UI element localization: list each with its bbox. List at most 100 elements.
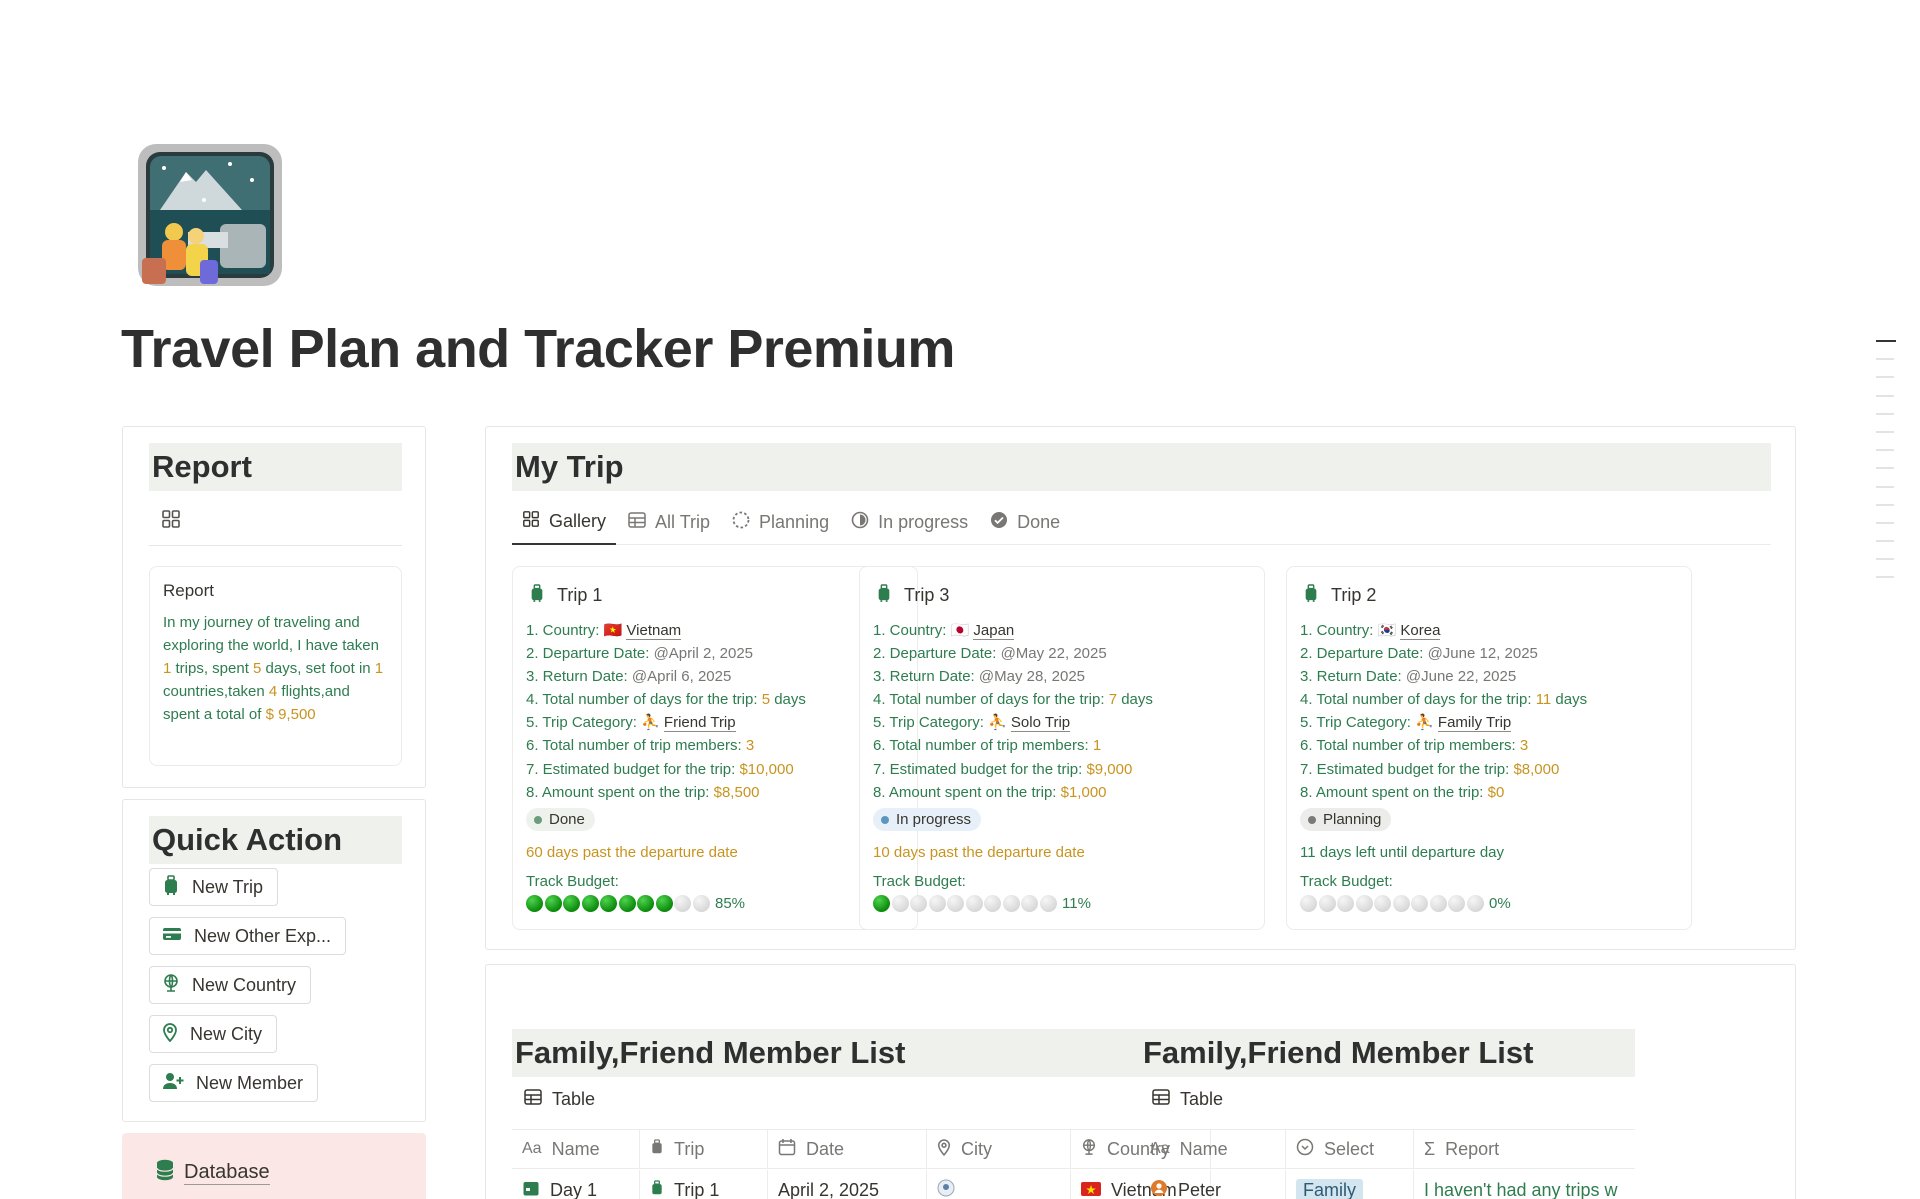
- departure-note: 11 days left until departure day: [1300, 844, 1505, 861]
- table-row[interactable]: Day 1 Trip 1 April 2, 2025 Vietnam: [512, 1170, 1222, 1199]
- page-outline[interactable]: [1876, 340, 1896, 595]
- trip-spent-value: $8,500: [713, 783, 760, 801]
- days-unit: days: [770, 691, 806, 709]
- table-row[interactable]: Peter Family I haven't had any trips w: [1140, 1170, 1635, 1199]
- outline-marker[interactable]: [1876, 412, 1894, 415]
- trip-card[interactable]: Trip 3 1. Country: 🇯🇵 Japan 2. Departure…: [859, 566, 1265, 930]
- trip-category-link[interactable]: Family Trip: [1437, 714, 1512, 733]
- outline-marker[interactable]: [1876, 467, 1894, 470]
- cell-date[interactable]: April 2, 2025: [768, 1170, 927, 1199]
- trip-card[interactable]: Trip 2 1. Country: 🇰🇷 Korea 2. Departure…: [1286, 566, 1692, 930]
- trip-members-value: 3: [745, 737, 755, 755]
- new-country-button[interactable]: New Country: [149, 966, 312, 1004]
- column-label: Select: [1324, 1138, 1375, 1159]
- column-header-trip[interactable]: Trip: [640, 1130, 768, 1168]
- new-city-button[interactable]: New City: [149, 1015, 278, 1053]
- budget-dot-empty: [1337, 895, 1354, 912]
- column-header-city[interactable]: City: [927, 1130, 1071, 1168]
- database-link[interactable]: Database: [156, 1159, 270, 1187]
- new-member-button[interactable]: New Member: [149, 1064, 319, 1102]
- field-label: 3. Return Date:: [873, 668, 979, 686]
- field-label: 7. Estimated budget for the trip:: [526, 760, 740, 778]
- field-label: 2. Departure Date:: [1300, 645, 1428, 663]
- trip-days-value: 11: [1535, 691, 1552, 709]
- trip-country-link[interactable]: Japan: [973, 622, 1015, 640]
- tab-planning[interactable]: Planning: [722, 499, 839, 545]
- new-country-label: New Country: [192, 974, 297, 995]
- summary-countries-count: 1: [374, 660, 384, 677]
- cell-select[interactable]: Family: [1286, 1170, 1414, 1199]
- budget-dot-empty: [891, 895, 909, 912]
- trip-category-link[interactable]: Friend Trip: [663, 714, 736, 733]
- trip-return-date: @April 6, 2025: [631, 668, 732, 686]
- outline-marker[interactable]: [1876, 503, 1894, 506]
- budget-dot-filled: [581, 895, 599, 912]
- gallery-view-icon[interactable]: [161, 509, 181, 534]
- trip-country-link[interactable]: Korea: [1400, 622, 1441, 640]
- credit-card-icon: [162, 926, 194, 947]
- trip-members-line: 6. Total number of trip members: 3: [526, 734, 806, 757]
- outline-marker[interactable]: [1876, 430, 1894, 433]
- check-circle-icon: [990, 511, 1017, 534]
- new-other-expense-button[interactable]: New Other Exp...: [149, 917, 347, 955]
- tab-done[interactable]: Done: [980, 499, 1070, 545]
- member-lists-panel: Family,Friend Member List Table Aa Name T…: [485, 964, 1796, 1199]
- outline-marker[interactable]: [1876, 576, 1894, 579]
- tab-in-progress[interactable]: In progress: [841, 499, 978, 545]
- trip-budget-value: $8,000: [1513, 760, 1560, 778]
- calendar-icon: [522, 1179, 550, 1199]
- track-budget-percent: 0%: [1489, 895, 1511, 912]
- tab-gallery[interactable]: Gallery: [512, 499, 617, 545]
- trip-return-line: 3. Return Date: @May 28, 2025: [873, 665, 1153, 688]
- trip-country-link[interactable]: Vietnam: [626, 622, 682, 640]
- tab-table[interactable]: Table: [1152, 1089, 1223, 1110]
- outline-marker[interactable]: [1876, 358, 1894, 361]
- tab-table[interactable]: Table: [524, 1089, 595, 1110]
- outline-marker[interactable]: [1876, 540, 1894, 543]
- cell-name[interactable]: Peter: [1140, 1170, 1286, 1199]
- cell-name[interactable]: Day 1: [512, 1170, 640, 1199]
- cell-report[interactable]: I haven't had any trips w: [1414, 1170, 1635, 1199]
- column-header-name[interactable]: Aa Name: [1140, 1130, 1286, 1168]
- outline-marker[interactable]: [1876, 449, 1894, 452]
- days-unit: days: [1551, 691, 1588, 709]
- budget-dot-empty: [1466, 895, 1484, 912]
- new-trip-button[interactable]: New Trip: [149, 868, 279, 906]
- track-budget-label: Track Budget:: [526, 873, 619, 890]
- my-trip-panel: My Trip Gallery All Trip Planning In pro…: [485, 426, 1796, 950]
- outline-marker[interactable]: [1876, 340, 1896, 342]
- quick-action-panel: Quick Action New Trip New Other Exp... N…: [122, 799, 426, 1122]
- trip-card[interactable]: Trip 1 1. Country: 🇻🇳 Vietnam 2. Departu…: [512, 566, 918, 930]
- column-header-select[interactable]: Select: [1286, 1130, 1414, 1168]
- outline-marker[interactable]: [1876, 394, 1894, 397]
- outline-marker[interactable]: [1876, 485, 1894, 488]
- column-header-name[interactable]: Aa Name: [512, 1130, 640, 1168]
- field-label: 6. Total number of trip members:: [526, 737, 746, 755]
- trip-departure-line: 2. Departure Date: @April 2, 2025: [526, 642, 806, 665]
- budget-dot-empty: [1039, 895, 1057, 912]
- cell-trip[interactable]: Trip 1: [640, 1170, 768, 1199]
- report-card[interactable]: Report In my journey of traveling and ex…: [149, 566, 402, 766]
- gallery-icon: [522, 510, 549, 533]
- track-budget-bar: 11%: [873, 895, 1091, 912]
- page-icon[interactable]: [134, 140, 286, 290]
- outline-marker[interactable]: [1876, 558, 1894, 561]
- tab-all-trip[interactable]: All Trip: [618, 499, 720, 545]
- trip-card-title: Trip 3: [876, 583, 949, 608]
- field-label: 6. Total number of trip members:: [1300, 737, 1520, 755]
- cell-city[interactable]: [927, 1170, 1071, 1199]
- outline-marker[interactable]: [1876, 376, 1894, 379]
- status-badge: In progress: [873, 808, 982, 831]
- outline-marker[interactable]: [1876, 521, 1894, 524]
- trip-budget-value: $10,000: [739, 760, 794, 778]
- trip-category-link[interactable]: Solo Trip: [1010, 714, 1071, 733]
- column-header-date[interactable]: Date: [768, 1130, 927, 1168]
- trip-departure-line: 2. Departure Date: @June 12, 2025: [1300, 642, 1587, 665]
- budget-dot-filled: [600, 895, 617, 912]
- status-badge: Planning: [1300, 808, 1392, 831]
- budget-dot-empty: [1448, 895, 1465, 912]
- globe-icon: [1081, 1138, 1107, 1161]
- column-header-report[interactable]: Σ Report: [1414, 1130, 1635, 1168]
- trip-departure-date: @May 22, 2025: [1000, 645, 1107, 663]
- flag-icon: 🇯🇵: [950, 622, 970, 639]
